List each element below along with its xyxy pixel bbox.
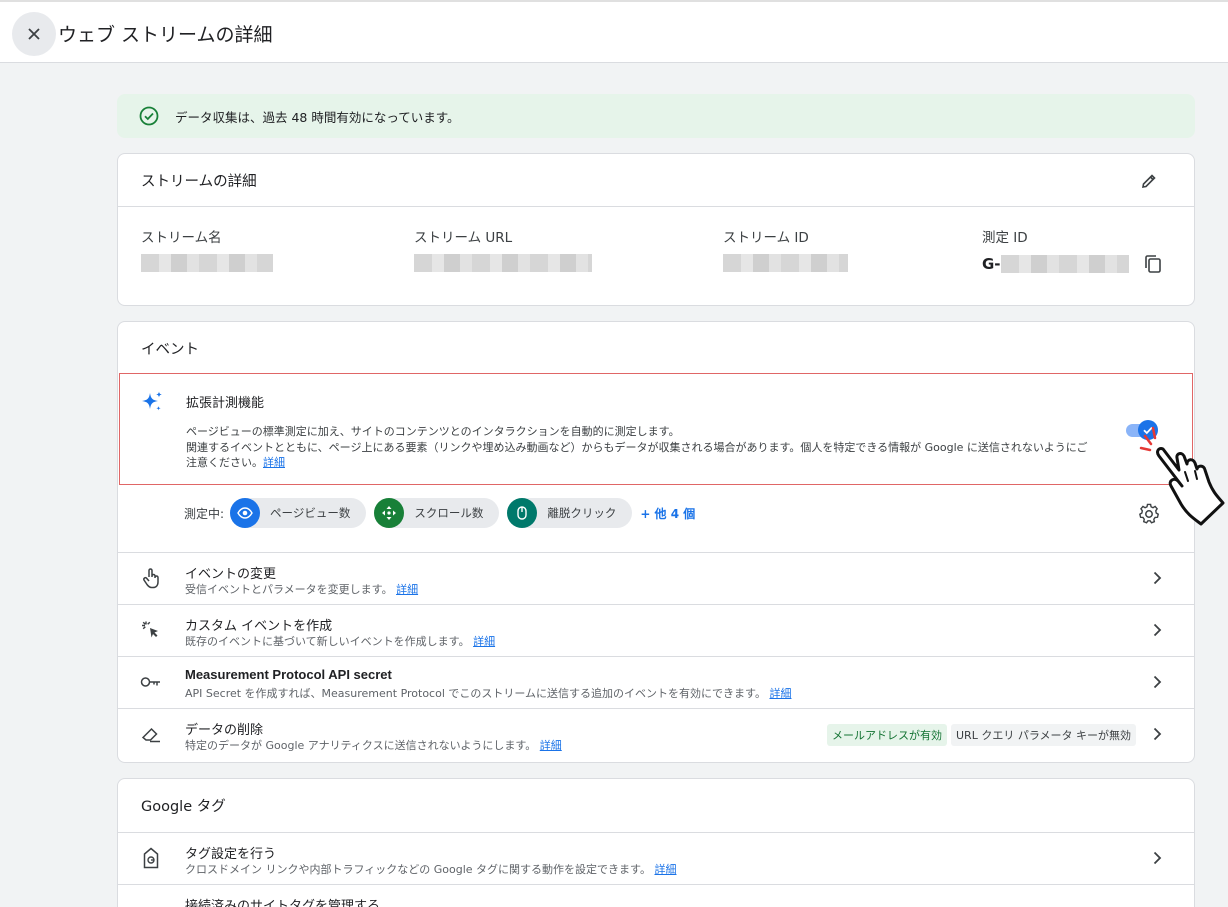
eraser-icon [140,723,162,745]
sparkle-icon [142,391,162,411]
measurement-id-prefix: G- [982,255,1001,273]
status-banner: データ収集は、過去 48 時間有効になっています。 [117,94,1195,138]
measurement-id-value-redacted [1000,255,1129,273]
stream-url-label: ストリーム URL [414,230,513,246]
tag-icon [140,847,162,869]
stream-details-header: ストリームの詳細 [118,154,1194,207]
row-title: データの削除 [185,723,264,738]
list-item-data-redaction[interactable]: データの削除 特定のデータが Google アナリティクスに送信されないようにし… [118,708,1194,760]
chip-label: スクロール数 [414,506,484,520]
stream-id-field: ストリーム ID [723,226,848,272]
banner-text: データ収集は、過去 48 時間有効になっています。 [175,109,460,125]
row-title: タグ設定を行う [185,847,277,862]
card-title: ストリームの詳細 [141,173,257,190]
list-item-manage-site-tags[interactable]: 接続済みのサイトタグを管理する [118,884,1194,907]
row-subtitle: API Secret を作成すれば、Measurement Protocol で… [185,687,792,700]
chevron-right-icon [1153,851,1162,865]
key-icon [140,671,162,693]
check-circle-icon [139,106,159,126]
google-tag-header: Google タグ [118,779,1194,832]
row-subtitle: クロスドメイン リンクや内部トラフィックなどの Google タグに関する動作を… [185,863,677,876]
mouse-icon [507,498,538,528]
measurement-id-field: 測定 ID G- [982,226,1163,274]
row-title: Measurement Protocol API secret [185,667,392,682]
stream-name-field: ストリーム名 [141,226,273,272]
click-icon [140,619,162,641]
page-title: ウェブ ストリームの詳細 [58,24,273,46]
learn-more-link[interactable]: 詳細 [540,739,562,752]
events-header: イベント [118,322,1194,375]
enhanced-measurement-description: ページビューの標準測定に加え、サイトのコンテンツとのインタラクションを自動的に測… [186,424,1136,471]
row-title: イベントの変更 [185,567,277,582]
pointing-hand-icon [1139,426,1225,526]
measuring-label: 測定中: [184,506,225,521]
chevron-right-icon [1153,571,1162,585]
chevron-right-icon [1153,727,1162,741]
card-title: イベント [141,342,199,358]
row-subtitle: 受信イベントとパラメータを変更します。 詳細 [185,583,419,596]
copy-icon[interactable] [1143,254,1163,274]
row-title: カスタム イベントを作成 [185,619,333,634]
scroll-icon [374,498,405,528]
stream-id-label: ストリーム ID [723,230,809,246]
stream-name-label: ストリーム名 [141,230,222,246]
enhanced-measurement-title: 拡張計測機能 [186,396,265,411]
list-item-measurement-protocol[interactable]: Measurement Protocol API secret API Secr… [118,656,1194,708]
row-subtitle: 特定のデータが Google アナリティクスに送信されないようにします。 詳細 [185,739,562,752]
learn-more-link[interactable]: 詳細 [654,863,676,876]
measurement-id-label: 測定 ID [982,230,1028,246]
more-events-link[interactable]: + 他 4 個 [640,505,695,522]
learn-more-link[interactable]: 詳細 [769,687,791,700]
status-badge-email: メールアドレスが有効 [827,724,947,746]
chip-label: ページビュー数 [270,506,351,520]
close-icon [28,28,40,40]
learn-more-link[interactable]: 詳細 [396,583,418,596]
desc-line-1: ページビューの標準測定に加え、サイトのコンテンツとのインタラクションを自動的に測… [186,425,680,438]
stream-id-value-redacted [723,254,848,272]
learn-more-link[interactable]: 詳細 [473,635,495,648]
chevron-right-icon [1153,623,1162,637]
events-card: イベント 拡張計測機能 ページビューの標準測定に加え、サイトのコンテンツとのイン… [117,321,1195,763]
learn-more-link[interactable]: 詳細 [263,456,285,469]
chip-label: 離脱クリック [547,506,617,520]
edit-icon[interactable] [1140,172,1158,190]
row-title: 接続済みのサイトタグを管理する [185,899,381,907]
touch-icon [140,567,162,589]
chip-scrolls[interactable]: スクロール数 [374,498,500,528]
eye-icon [230,498,261,528]
top-bar: ウェブ ストリームの詳細 [0,0,1228,63]
list-item-modify-events[interactable]: イベントの変更 受信イベントとパラメータを変更します。 詳細 [118,552,1194,604]
list-item-create-custom-event[interactable]: カスタム イベントを作成 既存のイベントに基づいて新しいイベントを作成します。 … [118,604,1194,656]
google-tag-card: Google タグ タグ設定を行う クロスドメイン リンクや内部トラフィックなど… [117,778,1195,907]
measuring-row: 測定中: ページビュー数 スクロール数 離脱クリック + 他 4 個 [184,498,695,528]
chip-outbound-clicks[interactable]: 離脱クリック [507,498,633,528]
card-title: Google タグ [141,799,226,815]
status-badge-url-query: URL クエリ パラメータ キーが無効 [951,724,1136,746]
enhanced-measurement-section: 拡張計測機能 ページビューの標準測定に加え、サイトのコンテンツとのインタラクショ… [119,373,1193,485]
desc-line-3: 注意ください。 [186,456,263,469]
chevron-right-icon [1153,675,1162,689]
stream-url-value-redacted [414,254,592,272]
chip-page-views[interactable]: ページビュー数 [230,498,367,528]
stream-url-field: ストリーム URL [414,226,592,272]
stream-name-value-redacted [141,254,273,272]
list-item-configure-tag[interactable]: タグ設定を行う クロスドメイン リンクや内部トラフィックなどの Google タ… [118,832,1194,884]
desc-line-2: 関連するイベントとともに、ページ上にある要素（リンクや埋め込み動画など）からもデ… [186,440,1088,454]
close-button[interactable] [12,12,56,56]
stream-details-card: ストリームの詳細 ストリーム名 ストリーム URL ストリーム ID 測定 ID… [117,153,1195,306]
row-subtitle: 既存のイベントに基づいて新しいイベントを作成します。 詳細 [185,635,496,648]
